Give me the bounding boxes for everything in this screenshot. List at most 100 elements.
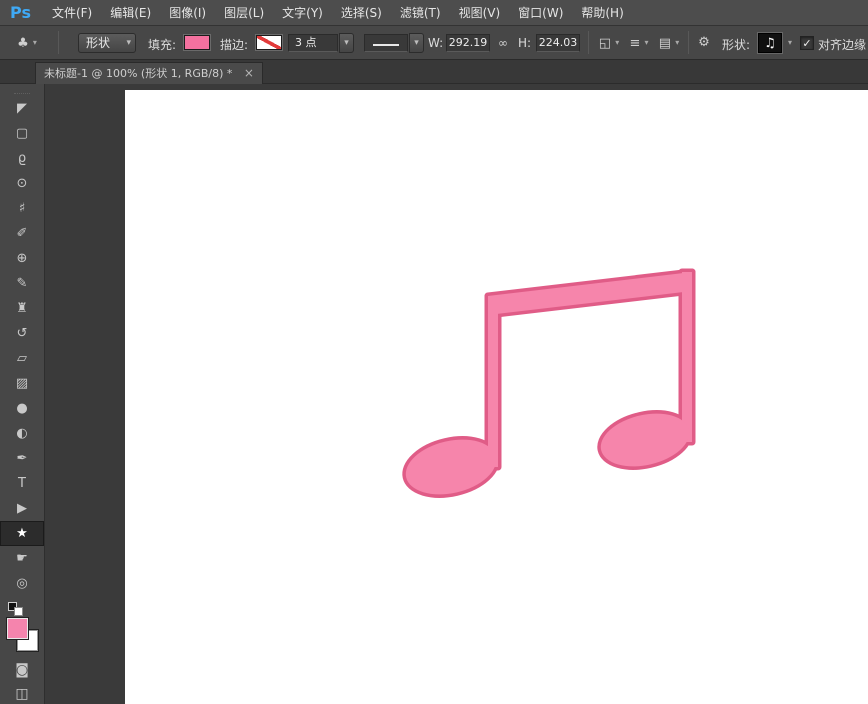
stroke-label: 描边:: [220, 38, 249, 52]
crop-icon: ♯: [18, 201, 26, 216]
tool-custom-shape[interactable]: ★: [0, 521, 44, 546]
document-canvas[interactable]: [125, 90, 868, 704]
tool-blur[interactable]: ●: [0, 396, 44, 421]
stroke-color-swatch[interactable]: [256, 35, 282, 50]
menu-type[interactable]: 文字(Y): [273, 4, 332, 21]
pen-icon: ✒: [16, 451, 28, 466]
document-tab-title: 未标题-1 @ 100% (形状 1, RGB/8) *: [44, 67, 233, 80]
chevron-down-icon: ▾: [644, 38, 649, 47]
type-icon: T: [18, 476, 26, 491]
menu-help[interactable]: 帮助(H): [572, 4, 632, 21]
shape-picker-dropdown-button[interactable]: ▾: [784, 33, 796, 53]
dodge-icon: ◐: [16, 426, 28, 441]
menu-view[interactable]: 视图(V): [450, 4, 510, 21]
quick-mask-icon: ◙: [15, 662, 29, 678]
tool-history-brush[interactable]: ↺: [0, 321, 44, 346]
menu-layer[interactable]: 图层(L): [215, 4, 273, 21]
chevron-down-icon: ▾: [32, 38, 37, 47]
link-dimensions-icon[interactable]: ∞: [494, 33, 512, 53]
tool-gradient[interactable]: ▨: [0, 371, 44, 396]
move-icon: ◤: [17, 101, 27, 116]
tool-mode-value: 形状: [86, 36, 111, 50]
align-edges-label: 对齐边缘: [818, 38, 867, 52]
marquee-icon: ▢: [15, 126, 29, 141]
note-fill-layer: [405, 272, 692, 495]
menu-select[interactable]: 选择(S): [332, 4, 391, 21]
document-tab-bar: 未标题-1 @ 100% (形状 1, RGB/8) * ×: [0, 60, 868, 84]
fill-label: 填充:: [148, 38, 177, 52]
custom-shape-thumbnail[interactable]: ♫: [758, 33, 782, 53]
panel-grip[interactable]: [14, 84, 30, 94]
menu-file[interactable]: 文件(F): [43, 4, 101, 21]
gradient-icon: ▨: [15, 376, 29, 391]
path-alignment-icon: ≡: [629, 36, 641, 51]
tool-lasso[interactable]: ϱ: [0, 146, 44, 171]
tool-spot-healing-brush[interactable]: ⊕: [0, 246, 44, 271]
close-icon[interactable]: ×: [244, 66, 254, 80]
shape-picker-label: 形状:: [722, 38, 751, 52]
custom-shape-icon: ★: [16, 526, 28, 541]
options-bar: ♣ ▾ 形状 ▾ 填充: 描边: 3 点 ▾ ▾ W: 292.19 ∞ H: …: [0, 26, 868, 60]
shape-width-field[interactable]: 292.19: [446, 34, 490, 52]
tool-eyedropper[interactable]: ✐: [0, 221, 44, 246]
tool-quick-selection[interactable]: ⊙: [0, 171, 44, 196]
tool-path-selection[interactable]: ▶: [0, 496, 44, 521]
stroke-style-picker[interactable]: [364, 34, 408, 52]
path-selection-icon: ▶: [17, 501, 27, 516]
tool-hand[interactable]: ☛: [0, 546, 44, 571]
tool-move[interactable]: ◤: [0, 96, 44, 121]
tool-zoom[interactable]: ◎: [0, 571, 44, 596]
tool-mode-dropdown[interactable]: 形状 ▾: [78, 33, 136, 53]
tool-preset-picker[interactable]: ♣ ▾: [8, 33, 46, 53]
shape-height-field[interactable]: 224.03: [536, 34, 580, 52]
photoshop-logo: Ps: [10, 3, 31, 22]
stroke-style-line-icon: [373, 44, 399, 46]
menu-edit[interactable]: 编辑(E): [101, 4, 160, 21]
stroke-width-field[interactable]: 3 点: [288, 34, 338, 52]
menu-filter[interactable]: 滤镜(T): [391, 4, 450, 21]
foreground-color-swatch[interactable]: [7, 618, 28, 639]
default-colors-icon[interactable]: [8, 602, 26, 616]
brush-icon: ✎: [16, 276, 28, 291]
chevron-down-icon: ▾: [675, 38, 680, 47]
tool-dodge[interactable]: ◐: [0, 421, 44, 446]
separator: [58, 31, 59, 54]
fill-color-swatch[interactable]: [184, 35, 210, 50]
tool-brush[interactable]: ✎: [0, 271, 44, 296]
chevron-down-icon: ▾: [126, 38, 131, 48]
chevron-down-icon: ▾: [414, 38, 419, 48]
history-brush-icon: ↺: [16, 326, 28, 341]
color-swatches: [0, 618, 44, 658]
quick-selection-icon: ⊙: [16, 176, 28, 191]
zoom-icon: ◎: [16, 576, 28, 591]
quick-mask-button[interactable]: ◙: [0, 658, 44, 682]
menu-image[interactable]: 图像(I): [160, 4, 215, 21]
hand-icon: ☛: [16, 551, 28, 566]
document-tab[interactable]: 未标题-1 @ 100% (形状 1, RGB/8) * ×: [35, 62, 263, 84]
tools-panel: ◤ ▢ ϱ ⊙ ♯ ✐ ⊕ ✎ ♜ ↺ ▱ ▨ ● ◐ ✒ T ▶ ★ ☛ ◎ …: [0, 84, 45, 704]
music-note-shape[interactable]: [125, 90, 868, 704]
separator: [588, 31, 589, 54]
path-alignment-button[interactable]: ≡ ▾: [626, 33, 652, 53]
tool-type[interactable]: T: [0, 471, 44, 496]
tool-crop[interactable]: ♯: [0, 196, 44, 221]
stroke-style-dropdown-button[interactable]: ▾: [409, 33, 424, 53]
align-edges-checkbox[interactable]: ✓: [800, 36, 814, 50]
menu-bar: Ps 文件(F) 编辑(E) 图像(I) 图层(L) 文字(Y) 选择(S) 滤…: [0, 0, 868, 26]
menu-window[interactable]: 窗口(W): [509, 4, 572, 21]
screen-mode-icon: ◫: [15, 686, 29, 702]
separator: [688, 31, 689, 54]
music-note-icon: ♫: [764, 36, 776, 51]
chevron-down-icon: ▾: [344, 38, 349, 48]
path-arrangement-button[interactable]: ▤ ▾: [656, 33, 682, 53]
tool-clone-stamp[interactable]: ♜: [0, 296, 44, 321]
screen-mode-button[interactable]: ◫: [0, 682, 44, 704]
stroke-width-dropdown-button[interactable]: ▾: [339, 33, 354, 53]
tool-eraser[interactable]: ▱: [0, 346, 44, 371]
tool-rectangular-marquee[interactable]: ▢: [0, 121, 44, 146]
path-operations-button[interactable]: ◱ ▾: [596, 33, 622, 53]
tool-pen[interactable]: ✒: [0, 446, 44, 471]
geometry-options-button[interactable]: ⚙: [694, 33, 714, 53]
path-arrangement-icon: ▤: [658, 36, 672, 51]
healing-brush-icon: ⊕: [16, 251, 28, 266]
